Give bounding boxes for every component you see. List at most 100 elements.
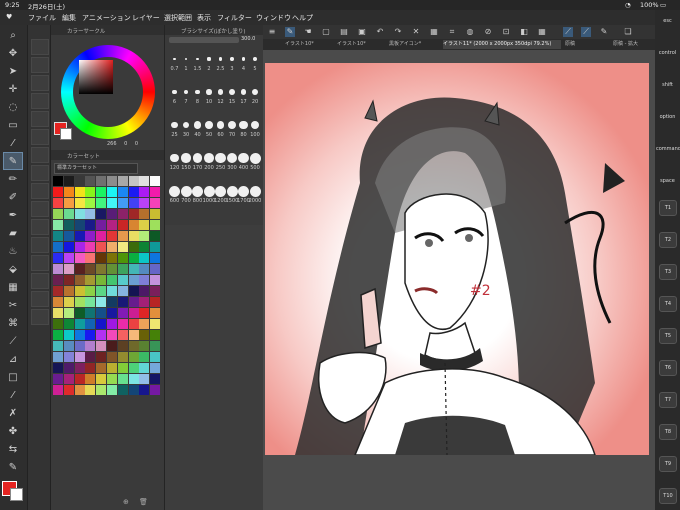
- color-swatch[interactable]: [150, 253, 161, 263]
- color-swatch[interactable]: [96, 231, 107, 241]
- color-swatch[interactable]: [85, 264, 96, 274]
- color-swatch[interactable]: [139, 187, 150, 197]
- color-swatch[interactable]: [107, 264, 117, 274]
- menu-help[interactable]: ヘルプ: [292, 13, 313, 23]
- brush-size-dot[interactable]: [215, 185, 226, 197]
- color-swatch[interactable]: [53, 220, 63, 230]
- sub-tool-slot[interactable]: [31, 165, 49, 181]
- color-swatch[interactable]: [53, 253, 63, 263]
- color-swatch[interactable]: [85, 286, 96, 296]
- color-swatch[interactable]: [107, 374, 117, 384]
- color-swatch[interactable]: [150, 209, 161, 219]
- color-swatch[interactable]: [107, 242, 117, 252]
- trash-icon[interactable]: 🗑: [139, 498, 148, 506]
- tkey-6[interactable]: T6: [659, 360, 677, 376]
- brush-size-slider[interactable]: [169, 37, 239, 43]
- brush-size-dot[interactable]: [230, 57, 234, 61]
- color-swatch[interactable]: [53, 330, 63, 340]
- sub-tool-slot[interactable]: [31, 183, 49, 199]
- color-swatch[interactable]: [128, 231, 139, 241]
- color-swatch[interactable]: [96, 330, 107, 340]
- color-swatch[interactable]: [139, 352, 150, 362]
- blend-icon[interactable]: ♨: [4, 243, 22, 259]
- color-swatch[interactable]: [117, 319, 128, 329]
- sub-tool-slot[interactable]: [31, 75, 49, 91]
- color-swatch[interactable]: [128, 187, 139, 197]
- brush-size-dot[interactable]: [207, 57, 211, 61]
- color-swatch[interactable]: [63, 242, 74, 252]
- color-swatch[interactable]: [139, 264, 150, 274]
- color-swatch[interactable]: [117, 374, 128, 384]
- color-swatch[interactable]: [107, 253, 117, 263]
- esc-key[interactable]: esc: [656, 18, 679, 24]
- brush-size-dot[interactable]: [251, 88, 259, 96]
- color-swatch[interactable]: [139, 330, 150, 340]
- color-swatch[interactable]: [85, 385, 96, 395]
- color-swatch[interactable]: [53, 176, 63, 186]
- color-swatch[interactable]: [139, 297, 150, 307]
- snap-icon[interactable]: ◧: [519, 27, 529, 37]
- color-swatch[interactable]: [85, 352, 96, 362]
- tab-manuscript-zoom[interactable]: 原稿 - 拡大: [613, 40, 655, 49]
- color-swatch[interactable]: [74, 308, 85, 318]
- color-swatch[interactable]: [150, 198, 161, 208]
- brush-size-dot[interactable]: [252, 56, 258, 62]
- color-swatch[interactable]: [107, 352, 117, 362]
- color-swatch[interactable]: [53, 242, 63, 252]
- color-swatch[interactable]: [85, 176, 96, 186]
- color-swatch[interactable]: [96, 319, 107, 329]
- color-swatch[interactable]: [96, 341, 107, 351]
- brush-size-dot[interactable]: [229, 89, 235, 95]
- color-swatch[interactable]: [117, 242, 128, 252]
- frame-icon[interactable]: ⌘: [4, 315, 22, 331]
- brush-size-dot[interactable]: [238, 152, 249, 164]
- color-swatch[interactable]: [63, 319, 74, 329]
- sub-tool-slot[interactable]: [31, 147, 49, 163]
- sub-tool-slot[interactable]: [31, 201, 49, 217]
- color-swatch[interactable]: [63, 341, 74, 351]
- color-swatch[interactable]: [139, 363, 150, 373]
- color-swatch[interactable]: [107, 286, 117, 296]
- airbrush-icon[interactable]: ✒: [4, 207, 22, 223]
- color-swatch[interactable]: [96, 352, 107, 362]
- brush-size-dot[interactable]: [181, 153, 191, 163]
- color-swatch[interactable]: [107, 209, 117, 219]
- color-swatch[interactable]: [63, 253, 74, 263]
- menu-filter[interactable]: フィルター: [217, 13, 252, 23]
- pen-mode-icon[interactable]: ✎: [285, 27, 295, 37]
- correction-icon[interactable]: ✗: [4, 405, 22, 421]
- color-swatch-grid[interactable]: [53, 176, 161, 396]
- tab-illust11[interactable]: イラスト11* (2000 x 2000px 350dpi 79.2%): [443, 40, 561, 49]
- color-swatch[interactable]: [63, 363, 74, 373]
- color-swatch[interactable]: [117, 385, 128, 395]
- color-swatch[interactable]: [85, 363, 96, 373]
- color-swatch[interactable]: [117, 264, 128, 274]
- color-swatch[interactable]: [128, 220, 139, 230]
- brush-size-dot[interactable]: [183, 89, 189, 95]
- color-swatch[interactable]: [53, 264, 63, 274]
- color-swatch[interactable]: [53, 341, 63, 351]
- color-swatch[interactable]: [74, 297, 85, 307]
- color-swatch[interactable]: [139, 319, 150, 329]
- menu-edit[interactable]: 編集: [62, 13, 76, 23]
- pencil-tool-icon[interactable]: ✏: [4, 171, 22, 187]
- color-swatch[interactable]: [74, 275, 85, 285]
- undo-icon[interactable]: ↶: [375, 27, 385, 37]
- sub-tool-slot[interactable]: [31, 273, 49, 289]
- color-swatch[interactable]: [63, 385, 74, 395]
- eyedropper-icon[interactable]: ⁄: [4, 135, 22, 151]
- menu-view[interactable]: 表示: [197, 13, 211, 23]
- color-swatch[interactable]: [74, 220, 85, 230]
- color-swatch[interactable]: [150, 374, 161, 384]
- invert-icon[interactable]: ⊡: [501, 27, 511, 37]
- color-swatch[interactable]: [63, 275, 74, 285]
- color-swatch[interactable]: [74, 330, 85, 340]
- layer-icon[interactable]: ❏: [623, 27, 633, 37]
- lasso-icon[interactable]: ◌: [4, 99, 22, 115]
- color-swatch[interactable]: [96, 286, 107, 296]
- color-swatch[interactable]: [74, 341, 85, 351]
- hand-icon[interactable]: ☚: [303, 27, 313, 37]
- figure-icon[interactable]: ✂: [4, 297, 22, 313]
- new-file-icon[interactable]: ▢: [321, 27, 331, 37]
- transform-icon[interactable]: ⇆: [4, 441, 22, 457]
